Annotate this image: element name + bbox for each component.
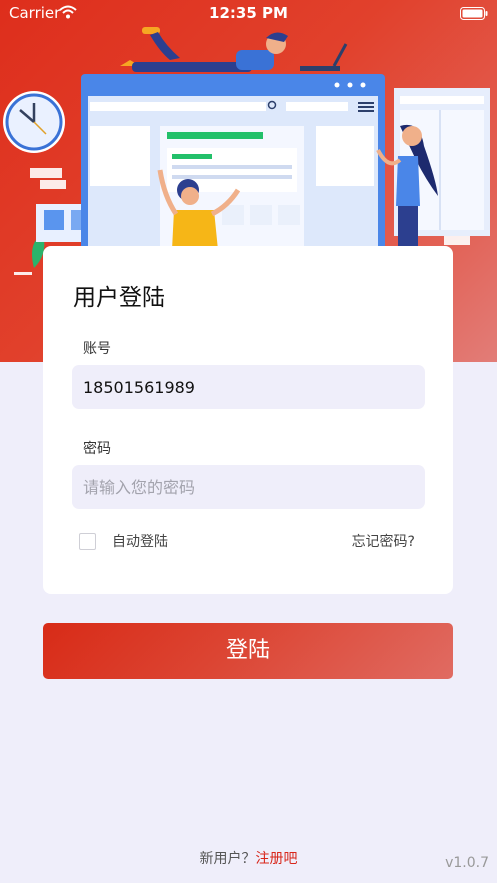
password-input[interactable] bbox=[72, 465, 403, 509]
version-label: v1.0.7 bbox=[445, 855, 489, 871]
auto-login-checkbox[interactable] bbox=[79, 533, 96, 550]
footer-register: 新用户？注册吧 bbox=[0, 848, 497, 868]
auto-login-label[interactable]: 自动登陆 bbox=[112, 531, 168, 551]
status-bar: Carrier 12:35 PM bbox=[0, 0, 497, 26]
account-input[interactable] bbox=[72, 365, 403, 409]
battery-icon bbox=[460, 6, 488, 24]
password-label: 密码 bbox=[83, 441, 111, 457]
new-user-text: 新用户？ bbox=[199, 851, 256, 867]
forgot-password-link[interactable]: 忘记密码? bbox=[352, 531, 415, 551]
account-label: 账号 bbox=[83, 341, 111, 357]
register-link[interactable]: 注册吧 bbox=[256, 851, 298, 867]
login-title: 用户登陆 bbox=[73, 285, 165, 311]
clock-icon bbox=[3, 91, 65, 153]
password-field-box bbox=[72, 465, 425, 509]
login-card: 用户登陆 账号 密码 自动登陆 忘记密码? bbox=[43, 246, 453, 594]
account-field-box bbox=[72, 365, 425, 409]
login-button[interactable]: 登陆 bbox=[43, 623, 453, 679]
status-time: 12:35 PM bbox=[209, 4, 288, 22]
